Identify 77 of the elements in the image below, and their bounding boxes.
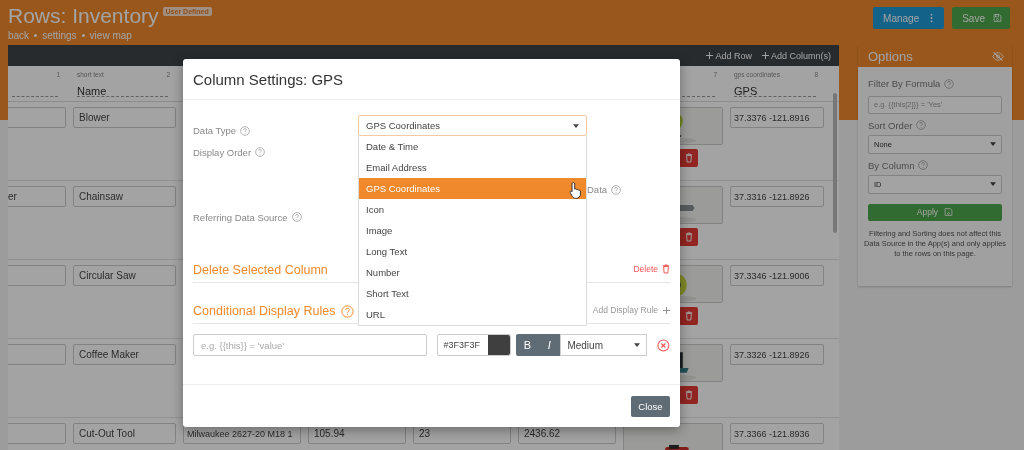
- separator-dot: [81, 34, 85, 37]
- cell-input[interactable]: 37.3376 -121.8916: [730, 107, 824, 128]
- cell-input[interactable]: 37.3366 -121.8936: [730, 423, 824, 444]
- trash-icon: [684, 390, 693, 400]
- field-label: Filter By Formula: [868, 78, 941, 89]
- dropdown-option[interactable]: URL: [359, 304, 586, 325]
- column-name[interactable]: GPS: [734, 85, 758, 97]
- add-rule-link[interactable]: Add Display Rule: [592, 305, 670, 315]
- section-title: Delete Selected Column: [193, 263, 328, 277]
- trash-icon: [684, 232, 693, 242]
- save-icon: [993, 13, 1002, 23]
- italic-button[interactable]: I: [538, 334, 561, 356]
- toolbar-button[interactable]: Add Row: [706, 50, 752, 61]
- trash-icon: [684, 311, 693, 321]
- bold-button[interactable]: B: [516, 334, 539, 356]
- help-icon[interactable]: [341, 304, 355, 318]
- cell-input[interactable]: 37.3316 -121.8926: [730, 186, 824, 207]
- dropdown-option[interactable]: Number: [359, 262, 586, 283]
- field-label: Sort Order: [868, 119, 913, 131]
- dropdown-option[interactable]: Image: [359, 220, 586, 241]
- cell-input[interactable]: Chainsaw: [73, 186, 176, 207]
- help-icon[interactable]: [240, 125, 251, 136]
- help-icon[interactable]: [611, 184, 622, 195]
- caret-icon: [990, 182, 996, 186]
- cell-input[interactable]: [8, 423, 66, 444]
- options-title: Options: [868, 48, 913, 64]
- caret-icon: [990, 142, 996, 146]
- cell-input[interactable]: 37.3326 -121.8926: [730, 344, 824, 365]
- delete-link[interactable]: Delete: [633, 264, 670, 274]
- field-label: By Column: [868, 159, 915, 171]
- pointer-cursor-icon: [569, 181, 583, 199]
- eye-slash-icon[interactable]: [992, 51, 1004, 61]
- column-name[interactable]: Name: [77, 85, 107, 97]
- dropdown-option[interactable]: Email Address: [359, 157, 586, 178]
- cell-input[interactable]: Cut-Out Tool: [73, 423, 176, 444]
- section-title: Conditional Display Rules: [193, 304, 336, 318]
- cell-input[interactable]: [8, 107, 66, 128]
- close-button[interactable]: Close: [631, 395, 670, 417]
- data-type-select[interactable]: GPS Coordinates: [358, 115, 587, 136]
- separator-dot: [34, 34, 38, 37]
- trash-icon: [684, 153, 693, 163]
- plus-icon: [663, 306, 670, 314]
- dialog-title: Column Settings: GPS: [193, 70, 344, 88]
- color-field[interactable]: #3F3F3F: [437, 334, 512, 356]
- cell-input[interactable]: [8, 344, 66, 365]
- field-label: Data Type: [193, 125, 237, 136]
- cell-input[interactable]: [8, 265, 66, 286]
- dropdown-option[interactable]: Short Text: [359, 283, 586, 304]
- dropdown-option[interactable]: Long Text: [359, 241, 586, 262]
- font-size-select[interactable]: Medium: [560, 334, 648, 356]
- field-label: Data: [587, 184, 608, 195]
- toolbar-button[interactable]: Add Column(s): [761, 50, 831, 61]
- color-swatch[interactable]: [488, 335, 511, 355]
- cell-input[interactable]: Circular Saw: [73, 265, 176, 286]
- plus-icon: [706, 52, 714, 59]
- help-icon[interactable]: [918, 160, 929, 170]
- cell-input[interactable]: Coffee Maker: [73, 344, 176, 365]
- caret-icon: [573, 123, 579, 128]
- dropdown-option[interactable]: Date & Time: [359, 136, 586, 157]
- help-icon[interactable]: [291, 212, 302, 222]
- cell-input[interactable]: 37.3346 -121.9006: [730, 265, 824, 286]
- dropdown-option[interactable]: Icon: [359, 199, 586, 220]
- cell-input[interactable]: er: [8, 186, 66, 207]
- help-icon[interactable]: [255, 147, 266, 157]
- help-icon[interactable]: [944, 78, 955, 89]
- cell-input[interactable]: Blower: [73, 107, 176, 128]
- help-icon[interactable]: [916, 120, 927, 130]
- field-label: Referring Data Source: [193, 212, 288, 223]
- condition-field[interactable]: e.g. {{this}} = 'value': [193, 334, 428, 356]
- remove-icon[interactable]: [657, 338, 670, 352]
- scrollbar[interactable]: [833, 93, 837, 233]
- caret-icon: [634, 343, 641, 347]
- trash-icon: [662, 264, 670, 274]
- plus-icon: [761, 52, 769, 59]
- page-title: Rows: Inventory: [8, 4, 159, 28]
- field-label: Display Order: [193, 147, 252, 158]
- save-icon: [944, 207, 954, 217]
